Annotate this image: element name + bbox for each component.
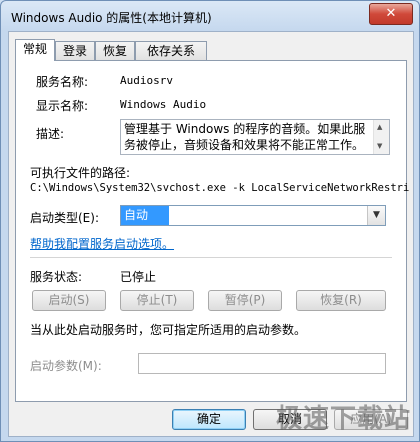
display-name-value: Windows Audio <box>120 98 207 111</box>
help-configure-link[interactable]: 帮助我配置服务启动选项。 <box>30 235 174 252</box>
start-params-hint: 当从此处启动服务时，您可指定所适用的启动参数。 <box>30 323 307 337</box>
service-status-value: 已停止 <box>120 270 157 284</box>
dialog-client-area: 常规 登录 恢复 依存关系 服务名称: Audiosrv 显示名称: Windo… <box>8 31 414 437</box>
startup-type-select[interactable]: 自动 ▼ <box>120 205 386 226</box>
tab-dependencies[interactable]: 依存关系 <box>135 41 207 60</box>
start-params-input[interactable] <box>138 353 386 374</box>
tab-general[interactable]: 常规 <box>15 39 55 61</box>
resume-button[interactable]: 恢复(R) <box>296 290 386 311</box>
display-name-label: 显示名称: <box>36 99 89 113</box>
title-bar[interactable]: Windows Audio 的属性(本地计算机) ✕ <box>1 1 419 31</box>
tab-recovery[interactable]: 恢复 <box>95 41 135 60</box>
window-title: Windows Audio 的属性(本地计算机) <box>11 11 212 25</box>
pause-button[interactable]: 暂停(P) <box>208 290 282 311</box>
watermark-text: 极速下载站 <box>275 404 411 434</box>
exe-path-label: 可执行文件的路径: <box>30 166 131 180</box>
exe-path-value: C:\Windows\System32\svchost.exe -k Local… <box>30 182 410 194</box>
stop-button[interactable]: 停止(T) <box>120 290 194 311</box>
scroll-down-icon[interactable]: ▼ <box>377 142 382 150</box>
divider-top <box>30 257 392 258</box>
description-textbox[interactable]: 管理基于 Windows 的程序的音频。如果此服务被停止，音频设备和效果将不能正… <box>120 119 390 155</box>
general-tab-panel: 服务名称: Audiosrv 显示名称: Windows Audio 描述: 管… <box>15 60 410 402</box>
description-scrollbar[interactable]: ▲ ▼ <box>373 120 389 154</box>
description-label: 描述: <box>36 127 65 141</box>
startup-type-selected: 自动 <box>121 206 169 225</box>
description-text: 管理基于 Windows 的程序的音频。如果此服务被停止，音频设备和效果将不能正… <box>124 122 366 152</box>
scroll-up-icon[interactable]: ▲ <box>377 123 382 131</box>
chevron-down-icon[interactable]: ▼ <box>367 206 385 225</box>
close-icon: ✕ <box>385 6 397 21</box>
service-name-label: 服务名称: <box>36 75 89 89</box>
service-name-value: Audiosrv <box>120 74 173 87</box>
tab-logon[interactable]: 登录 <box>55 41 95 60</box>
ok-button[interactable]: 确定 <box>172 409 246 430</box>
start-button[interactable]: 启动(S) <box>32 290 106 311</box>
service-status-label: 服务状态: <box>30 270 83 284</box>
close-button[interactable]: ✕ <box>369 3 413 25</box>
start-params-label: 启动参数(M): <box>30 359 102 373</box>
service-properties-window: Windows Audio 的属性(本地计算机) ✕ 常规 登录 恢复 依存关系… <box>0 0 420 442</box>
startup-type-label: 启动类型(E): <box>30 211 99 225</box>
